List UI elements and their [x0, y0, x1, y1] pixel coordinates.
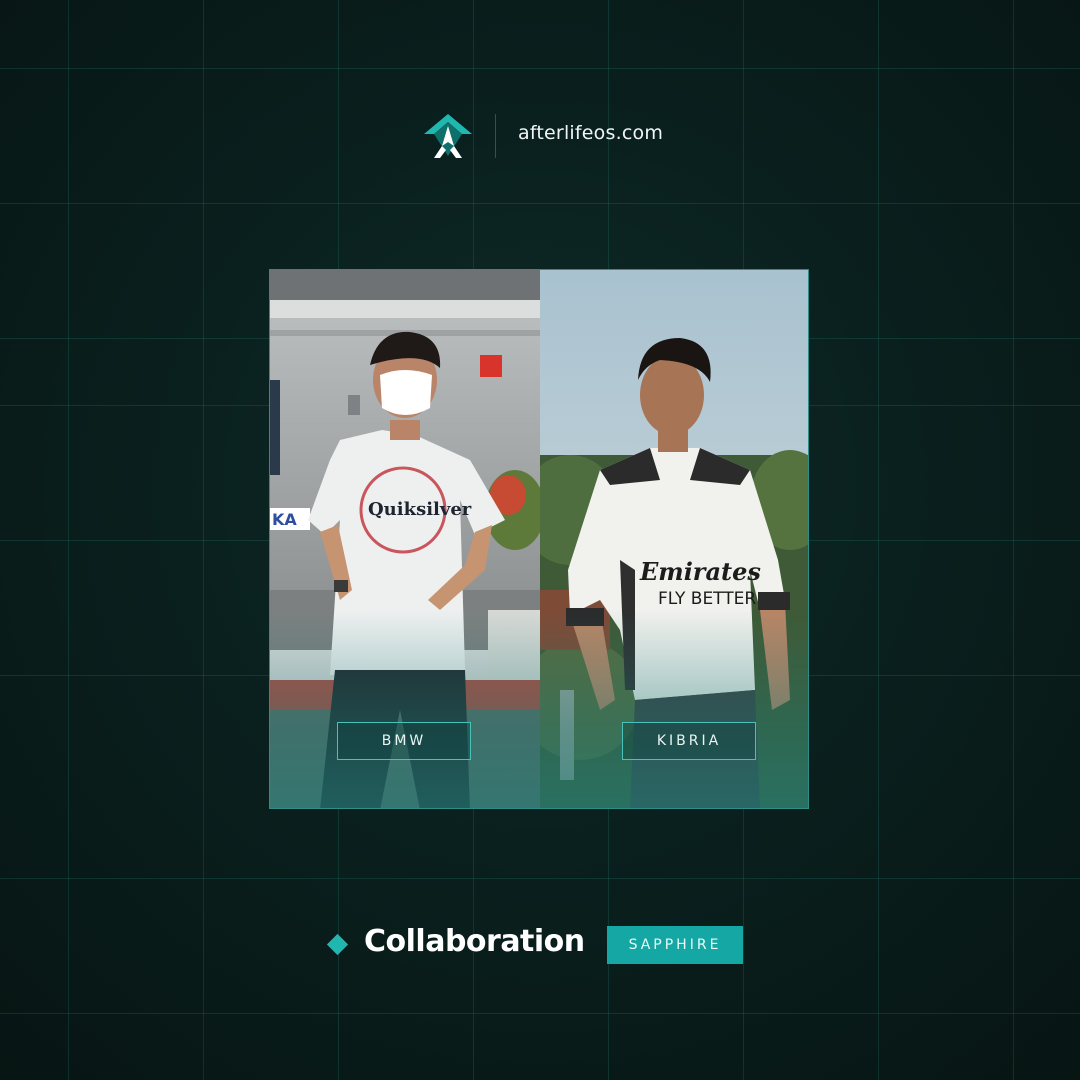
site-url[interactable]: afterlifeos.com — [518, 122, 663, 144]
grid-line — [0, 878, 1080, 879]
tier-badge: SAPPHIRE — [607, 926, 743, 964]
afterlife-arrow-logo-icon — [422, 112, 474, 160]
photo-overlay — [270, 610, 540, 808]
header: afterlifeos.com — [0, 108, 1080, 164]
photo-left: KA Quiksilver BMW — [270, 270, 540, 808]
grid-line — [0, 1013, 1080, 1014]
photo-frame: KA Quiksilver BMW Emirates FLY BETTER KI… — [269, 269, 809, 809]
name-tag-bmw: BMW — [337, 722, 471, 760]
diamond-icon — [326, 933, 349, 956]
svg-text:Quiksilver: Quiksilver — [368, 499, 472, 520]
header-divider — [495, 114, 496, 158]
footer: Collaboration SAPPHIRE — [0, 922, 1080, 970]
svg-text:FLY BETTER: FLY BETTER — [658, 589, 756, 609]
svg-text:Emirates: Emirates — [639, 557, 761, 586]
grid-line — [0, 68, 1080, 69]
footer-title: Collaboration — [364, 924, 585, 959]
name-tag-kibria: KIBRIA — [622, 722, 756, 760]
photo-right: Emirates FLY BETTER KIBRIA — [540, 270, 808, 808]
photo-overlay — [540, 610, 808, 808]
svg-text:KA: KA — [272, 510, 297, 529]
grid-line — [0, 203, 1080, 204]
